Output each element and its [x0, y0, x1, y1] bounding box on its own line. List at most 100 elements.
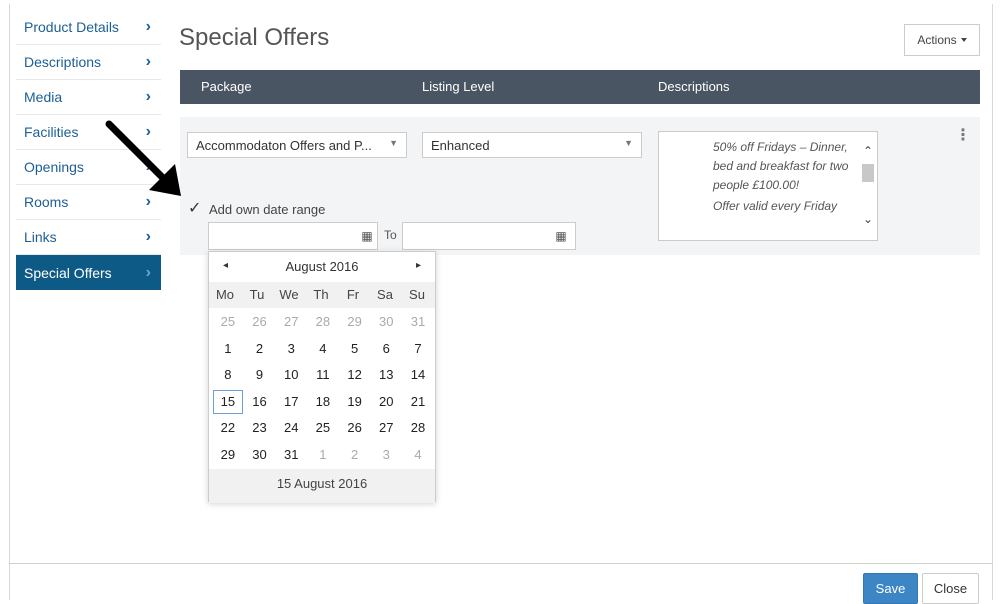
day-cell[interactable]: 2 [339, 442, 371, 469]
week-row: 1234567 [212, 336, 434, 363]
today-button[interactable]: 15 August 2016 [209, 469, 435, 503]
annotation-arrow-icon [105, 120, 181, 196]
sidebar-item-label: Product Details [24, 19, 119, 35]
day-cell[interactable]: 23 [244, 415, 276, 442]
row-options-kebab-icon[interactable]: ⋮ [955, 128, 971, 144]
day-cell[interactable]: 25 [307, 415, 339, 442]
day-cell[interactable]: 18 [307, 389, 339, 416]
actions-dropdown-button[interactable]: Actions [904, 24, 980, 56]
day-cell[interactable]: 1 [307, 442, 339, 469]
to-label: To [384, 228, 397, 242]
day-cell[interactable]: 30 [370, 309, 402, 336]
calendar-icon[interactable]: ▦ [551, 226, 571, 246]
day-cell[interactable]: 13 [370, 362, 402, 389]
day-cell[interactable]: 24 [275, 415, 307, 442]
description-line: Offer valid every Friday [713, 199, 838, 213]
day-cell[interactable]: 12 [339, 362, 371, 389]
chevron-right-icon: › [145, 18, 151, 35]
close-button[interactable]: Close [922, 573, 979, 604]
weekday-label: Fr [346, 287, 360, 302]
day-cell[interactable]: 4 [307, 336, 339, 363]
date-picker-popup: ◂ August 2016 ▸ Mo Tu We Th Fr Sa Su 25 26 27 28 2… [208, 251, 436, 503]
weekday-label: Sa [377, 287, 393, 302]
day-cell[interactable]: 27 [275, 309, 307, 336]
day-grid: 25 26 27 28 29 30 31 1 2 3 4 5 6 7 8 9 10 11 12 13 14 15 16 17 1… [212, 309, 434, 468]
sidebar-item-label: Media [24, 89, 63, 105]
day-cell[interactable]: 20 [370, 389, 402, 416]
day-cell[interactable]: 28 [402, 415, 434, 442]
sidebar-item-label: Descriptions [24, 54, 102, 70]
sidebar-item-descriptions[interactable]: Descriptions › [16, 45, 161, 80]
week-row: 29 30 31 1 2 3 4 [212, 442, 434, 469]
sidebar-item-media[interactable]: Media › [16, 80, 161, 115]
day-cell[interactable]: 3 [275, 336, 307, 363]
week-row: 8 9 10 11 12 13 14 [212, 362, 434, 389]
day-cell[interactable]: 1 [212, 336, 244, 363]
day-cell[interactable]: 2 [244, 336, 276, 363]
day-cell[interactable]: 31 [275, 442, 307, 469]
week-row: 22 23 24 25 26 27 28 [212, 415, 434, 442]
save-button[interactable]: Save [863, 573, 918, 604]
chevron-down-icon: ▼ [389, 138, 398, 148]
date-picker-header: ◂ August 2016 ▸ [209, 252, 435, 282]
day-cell-today[interactable]: 15 [212, 389, 244, 416]
day-cell[interactable]: 29 [212, 442, 244, 469]
sidebar-item-label: Facilities [24, 124, 79, 140]
add-own-date-range-checkbox[interactable]: ✓ Add own date range [188, 201, 325, 217]
chevron-right-icon: › [145, 263, 151, 281]
day-cell[interactable]: 29 [339, 309, 371, 336]
day-cell[interactable]: 27 [370, 415, 402, 442]
day-cell[interactable]: 17 [275, 389, 307, 416]
to-date-input[interactable]: ▦ [402, 222, 576, 250]
description-text: 50% off Fridays – Dinner, bed and breakf… [713, 138, 859, 216]
day-cell[interactable]: 26 [339, 415, 371, 442]
day-cell[interactable]: 26 [244, 309, 276, 336]
day-cell[interactable]: 4 [402, 442, 434, 469]
day-cell[interactable]: 3 [370, 442, 402, 469]
column-header-listing-level: Listing Level [422, 79, 495, 94]
week-row: 25 26 27 28 29 30 31 [212, 309, 434, 336]
day-cell[interactable]: 22 [212, 415, 244, 442]
listing-level-select-value: Enhanced [431, 138, 490, 153]
day-cell[interactable]: 5 [339, 336, 371, 363]
column-header-package: Package [201, 79, 252, 94]
day-cell[interactable]: 31 [402, 309, 434, 336]
sidebar-item-product-details[interactable]: Product Details › [16, 10, 161, 45]
scroll-up-icon[interactable]: ⌃ [861, 144, 875, 158]
description-line: 50% off Fridays – Dinner, bed and breakf… [713, 140, 849, 192]
day-cell[interactable]: 19 [339, 389, 371, 416]
sidebar-item-label: Links [24, 229, 57, 245]
day-cell[interactable]: 30 [244, 442, 276, 469]
day-cell[interactable]: 11 [307, 362, 339, 389]
weekday-label: Tu [249, 287, 265, 302]
chevron-right-icon: › [145, 53, 151, 70]
footer-divider [9, 563, 993, 564]
next-month-icon[interactable]: ▸ [416, 260, 421, 271]
actions-label: Actions [917, 33, 957, 47]
day-cell[interactable]: 25 [212, 309, 244, 336]
sidebar-item-special-offers[interactable]: Special Offers › [16, 255, 161, 290]
column-header-descriptions: Descriptions [658, 79, 730, 94]
weekday-label: We [279, 287, 299, 302]
sidebar-item-label: Rooms [24, 194, 69, 210]
scroll-thumb[interactable] [862, 164, 874, 182]
description-scrollbar[interactable]: ⌃ ⌄ [861, 134, 875, 238]
day-cell[interactable]: 16 [244, 389, 276, 416]
day-cell[interactable]: 21 [402, 389, 434, 416]
checkmark-icon: ✓ [188, 200, 202, 217]
listing-level-select[interactable]: Enhanced ▼ [422, 132, 642, 158]
day-cell[interactable]: 10 [275, 362, 307, 389]
descriptions-textarea[interactable]: 50% off Fridays – Dinner, bed and breakf… [658, 131, 878, 241]
month-label[interactable]: August 2016 [209, 259, 435, 274]
calendar-icon[interactable]: ▦ [357, 226, 377, 246]
day-cell[interactable]: 28 [307, 309, 339, 336]
day-cell[interactable]: 6 [370, 336, 402, 363]
day-cell[interactable]: 7 [402, 336, 434, 363]
sidebar-item-links[interactable]: Links › [16, 220, 161, 255]
day-cell[interactable]: 9 [244, 362, 276, 389]
package-select[interactable]: Accommodaton Offers and P... ▼ [187, 132, 407, 158]
day-cell[interactable]: 8 [212, 362, 244, 389]
scroll-down-icon[interactable]: ⌄ [861, 212, 875, 226]
day-cell[interactable]: 14 [402, 362, 434, 389]
from-date-input[interactable]: ▦ [208, 222, 378, 250]
